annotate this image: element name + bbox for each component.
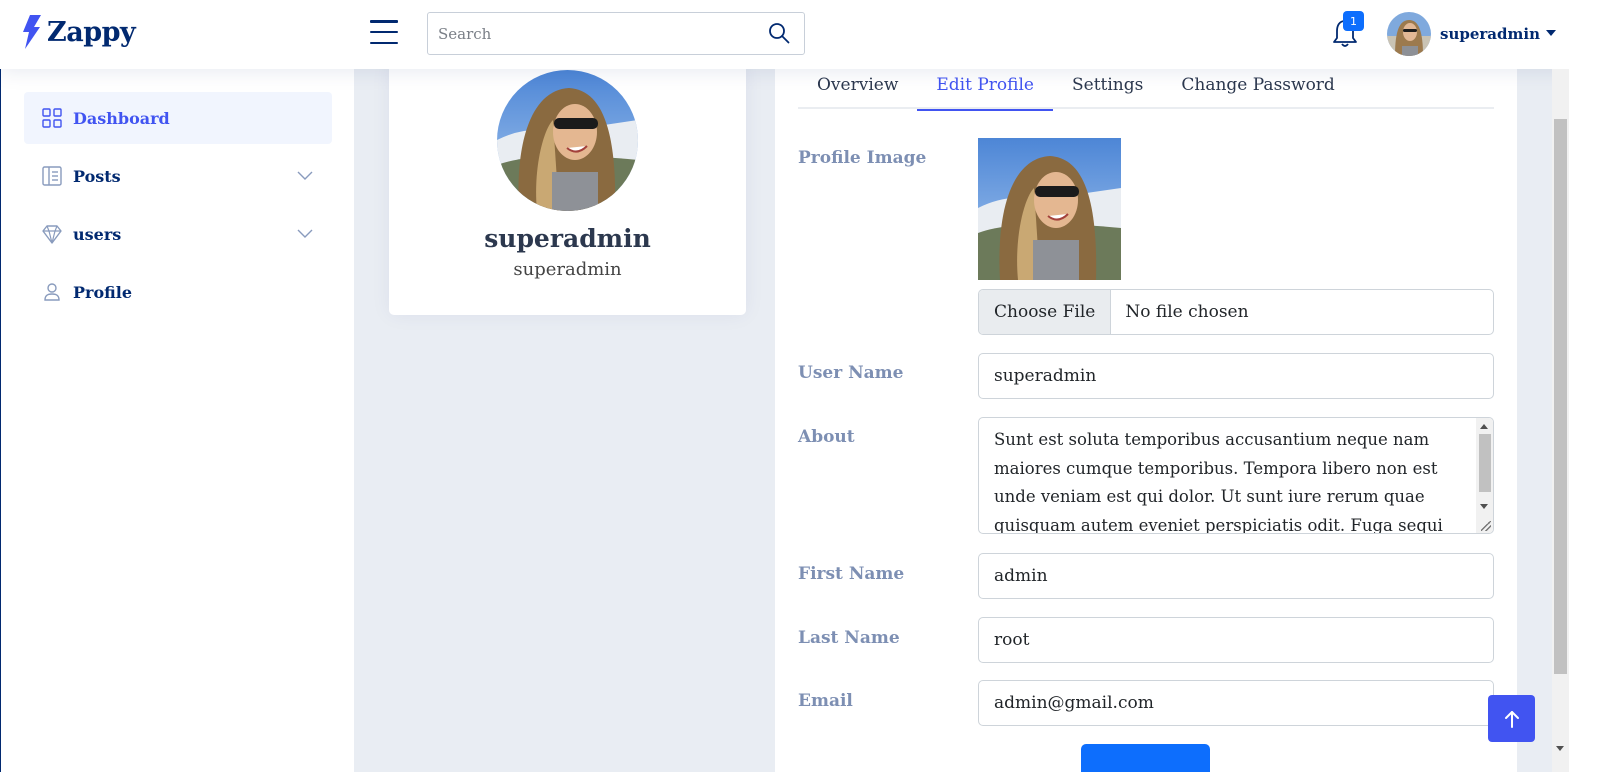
about-text: Sunt est soluta temporibus accusantium n…	[994, 430, 1443, 534]
scroll-down-icon[interactable]	[1480, 504, 1488, 509]
resize-handle-icon[interactable]	[1481, 521, 1491, 531]
user-menu-dropdown[interactable]: superadmin	[1387, 11, 1556, 57]
search-icon[interactable]	[768, 22, 790, 44]
last-name-field[interactable]	[978, 617, 1494, 663]
sidebar-item-label: Dashboard	[73, 108, 170, 128]
notification-badge: 1	[1343, 11, 1364, 31]
sidebar-item-dashboard[interactable]: Dashboard	[24, 92, 332, 144]
caret-down-icon	[1545, 30, 1556, 36]
chevron-down-icon	[297, 171, 313, 180]
profile-image-file-input[interactable]: Choose File No file chosen	[978, 289, 1494, 335]
user-name-label: superadmin	[1440, 25, 1540, 43]
sidebar-item-users[interactable]: users	[24, 208, 332, 260]
last-name-label: Last Name	[798, 628, 900, 648]
gem-icon	[42, 225, 62, 244]
lightning-icon	[23, 15, 41, 49]
scroll-down-icon[interactable]	[1556, 746, 1564, 751]
sidebar-item-profile[interactable]: Profile	[24, 266, 332, 318]
sidebar: Dashboard Posts users Profile	[0, 69, 354, 772]
sidebar-item-label: users	[73, 224, 122, 244]
grid-icon	[42, 108, 62, 128]
profile-subtitle: superadmin	[513, 259, 622, 280]
file-status-text: No file chosen	[1125, 302, 1249, 322]
app-logo[interactable]: Zappy	[22, 15, 136, 49]
sidebar-item-posts[interactable]: Posts	[24, 150, 332, 202]
window-edge	[1569, 0, 1599, 772]
email-field[interactable]	[978, 680, 1494, 726]
textarea-scrollbar[interactable]	[1476, 418, 1493, 533]
email-label: Email	[798, 691, 853, 711]
profile-name: superadmin	[484, 224, 651, 253]
arrow-up-icon	[1504, 710, 1519, 728]
scrollbar-thumb[interactable]	[1554, 119, 1567, 674]
choose-file-button[interactable]: Choose File	[979, 290, 1112, 334]
person-icon	[44, 283, 60, 301]
username-label: User Name	[798, 363, 904, 383]
first-name-field[interactable]	[978, 553, 1494, 599]
first-name-label: First Name	[798, 564, 905, 584]
search-input[interactable]	[428, 13, 748, 54]
username-field[interactable]	[978, 353, 1494, 399]
back-to-top-button[interactable]	[1488, 695, 1535, 742]
save-changes-button[interactable]	[1081, 744, 1210, 772]
chevron-down-icon	[297, 229, 313, 238]
profile-card: superadmin superadmin	[389, 60, 746, 315]
profile-image-preview	[978, 138, 1121, 280]
top-header: Zappy 1 superadmin	[0, 0, 1599, 69]
scrollbar-thumb[interactable]	[1479, 434, 1491, 492]
about-textarea[interactable]: Sunt est soluta temporibus accusantium n…	[978, 417, 1494, 534]
avatar	[1387, 12, 1431, 56]
hamburger-icon	[370, 20, 398, 23]
layout-text-icon	[42, 166, 62, 186]
about-label: About	[798, 427, 855, 447]
sidebar-item-label: Profile	[73, 282, 133, 302]
sidebar-item-label: Posts	[73, 166, 121, 186]
scroll-up-icon[interactable]	[1480, 424, 1488, 429]
sidebar-toggle-button[interactable]	[370, 20, 398, 44]
page-scrollbar[interactable]	[1552, 69, 1569, 772]
app-name: Zappy	[47, 16, 136, 48]
profile-image-label: Profile Image	[798, 148, 927, 168]
edit-profile-panel: Overview Edit Profile Settings Change Pa…	[775, 60, 1517, 772]
search-bar	[427, 12, 805, 55]
profile-avatar	[497, 70, 638, 211]
